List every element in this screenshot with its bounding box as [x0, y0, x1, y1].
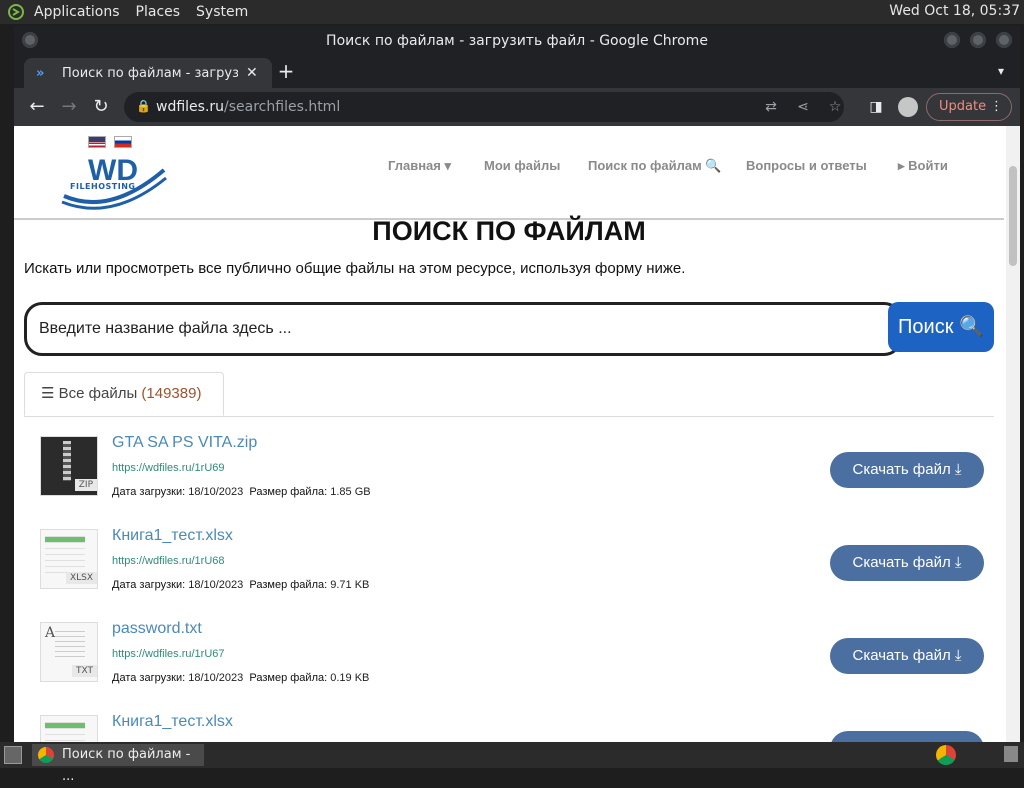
share-icon[interactable]: ⋖: [794, 98, 812, 116]
nav-my-files[interactable]: Мои файлы: [484, 158, 560, 173]
search-input[interactable]: [24, 302, 902, 356]
menu-applications[interactable]: Applications: [34, 4, 120, 20]
window-menu-icon[interactable]: [22, 32, 38, 48]
zip-file-icon[interactable]: ZIP: [40, 436, 98, 496]
url-text[interactable]: wdfiles.ru/searchfiles.html: [156, 99, 340, 115]
tray-chrome-icon[interactable]: [936, 745, 956, 765]
file-list-item: ZIP GTA SA PS VITA.zip https://wdfiles.r…: [14, 428, 1004, 521]
trash-icon[interactable]: [1004, 746, 1018, 762]
menu-places[interactable]: Places: [136, 4, 181, 20]
txt-file-icon[interactable]: A TXT: [40, 622, 98, 682]
desktop-taskbar: Поиск по файлам - ...: [0, 742, 1024, 784]
file-name-link[interactable]: Книга1_тест.xlsx: [112, 527, 233, 545]
profile-avatar-icon[interactable]: [898, 97, 918, 117]
nav-file-search[interactable]: Поиск по файлам 🔍: [588, 158, 722, 174]
lock-icon[interactable]: 🔒: [136, 99, 151, 113]
nav-login[interactable]: ▸ Войти: [898, 158, 948, 174]
site-header: WD FILEHOSTING Главная ▾ Мои файлы Поиск…: [14, 126, 1004, 220]
file-list-item: A TXT password.txt https://wdfiles.ru/1r…: [14, 614, 1004, 707]
chrome-icon: [38, 747, 54, 763]
address-bar[interactable]: 🔒 wdfiles.ru/searchfiles.html ⇄ ⋖ ☆: [124, 92, 844, 122]
back-icon[interactable]: ←: [26, 96, 48, 118]
download-button[interactable]: Скачать файл ⤓: [830, 638, 984, 674]
logo-subtitle: FILEHOSTING: [70, 182, 136, 191]
maximize-icon[interactable]: [970, 32, 986, 48]
site-logo[interactable]: WD FILEHOSTING: [60, 150, 170, 212]
search-button[interactable]: Поиск 🔍: [888, 302, 994, 352]
nav-home[interactable]: Главная ▾: [388, 158, 451, 174]
page-title: ПОИСК ПО ФАЙЛАМ: [372, 216, 646, 246]
taskbar-chrome-window[interactable]: Поиск по файлам - ...: [32, 744, 204, 784]
file-list-item: XLSX Книга1_тест.xlsx https://wdfiles.ru…: [14, 521, 1004, 614]
download-button[interactable]: Скачать файл ⤓: [830, 452, 984, 488]
tab-search-icon[interactable]: ▾: [998, 64, 1004, 78]
xlsx-file-icon[interactable]: XLSX: [40, 529, 98, 589]
download-button[interactable]: Скачать файл ⤓: [830, 545, 984, 581]
os-logo-icon[interactable]: [6, 2, 26, 22]
window-titlebar[interactable]: Поиск по файлам - загрузить файл - Googl…: [14, 26, 1020, 56]
page-scrollbar[interactable]: [1006, 126, 1020, 742]
window-title: Поиск по файлам - загрузить файл - Googl…: [326, 33, 708, 49]
file-short-url[interactable]: https://wdfiles.ru/1rU69: [112, 462, 225, 474]
file-short-url[interactable]: https://wdfiles.ru/1rU68: [112, 555, 225, 567]
tab-title: Поиск по файлам - загрузить файл: [62, 65, 238, 81]
browser-window: Поиск по файлам - загрузить файл - Googl…: [14, 26, 1020, 742]
new-tab-icon[interactable]: +: [276, 61, 296, 82]
bookmark-star-icon[interactable]: ☆: [826, 98, 844, 116]
side-panel-icon[interactable]: ◨: [866, 97, 886, 117]
file-name-link[interactable]: Книга1_тест.xlsx: [112, 713, 233, 731]
browser-tab[interactable]: » Поиск по файлам - загрузить файл ✕: [24, 58, 272, 88]
file-meta: Дата загрузки: 18/10/2023 Размер файла: …: [112, 486, 371, 498]
flag-en-icon[interactable]: [88, 136, 106, 148]
menu-system[interactable]: System: [196, 4, 248, 20]
desktop-clock[interactable]: Wed Oct 18, 05:37: [889, 3, 1020, 19]
tab-all-files-count: (149389): [141, 385, 202, 402]
desktop-top-panel: Applications Places System Wed Oct 18, 0…: [0, 0, 1024, 24]
xlsx-file-icon[interactable]: [40, 715, 98, 742]
browser-toolbar: ← → ↻ 🔒 wdfiles.ru/searchfiles.html ⇄ ⋖ …: [14, 88, 1020, 126]
tab-divider: [24, 416, 994, 417]
file-meta: Дата загрузки: 18/10/2023 Размер файла: …: [112, 579, 370, 591]
tab-close-icon[interactable]: ✕: [246, 65, 260, 81]
file-name-link[interactable]: password.txt: [112, 620, 202, 638]
update-button[interactable]: Update ⋮: [926, 93, 1012, 121]
flag-ru-icon[interactable]: [114, 136, 132, 148]
file-name-link[interactable]: GTA SA PS VITA.zip: [112, 434, 257, 452]
more-menu-icon[interactable]: ⋮: [990, 94, 1003, 120]
forward-icon[interactable]: →: [58, 96, 80, 118]
tab-all-files-label: ☰ Все файлы: [41, 385, 138, 402]
file-meta: Дата загрузки: 18/10/2023 Размер файла: …: [112, 672, 370, 684]
scrollbar-thumb[interactable]: [1009, 166, 1017, 266]
tab-strip: » Поиск по файлам - загрузить файл ✕ + ▾: [14, 56, 1020, 88]
file-list-item: Книга1_тест.xlsx Скачать файл ⤓: [14, 707, 1004, 742]
site-favicon-icon: »: [36, 65, 45, 81]
tab-all-files[interactable]: ☰ Все файлы (149389): [24, 372, 224, 416]
show-desktop-icon[interactable]: [4, 746, 22, 764]
web-page: WD FILEHOSTING Главная ▾ Мои файлы Поиск…: [14, 126, 1020, 742]
download-button[interactable]: Скачать файл ⤓: [830, 731, 984, 742]
page-description: Искать или просмотреть все публично общи…: [24, 260, 686, 277]
reload-icon[interactable]: ↻: [90, 96, 112, 118]
translate-icon[interactable]: ⇄: [762, 98, 780, 116]
minimize-icon[interactable]: [944, 32, 960, 48]
nav-faq[interactable]: Вопросы и ответы: [746, 158, 867, 173]
file-short-url[interactable]: https://wdfiles.ru/1rU67: [112, 648, 225, 660]
close-window-icon[interactable]: [996, 32, 1012, 48]
